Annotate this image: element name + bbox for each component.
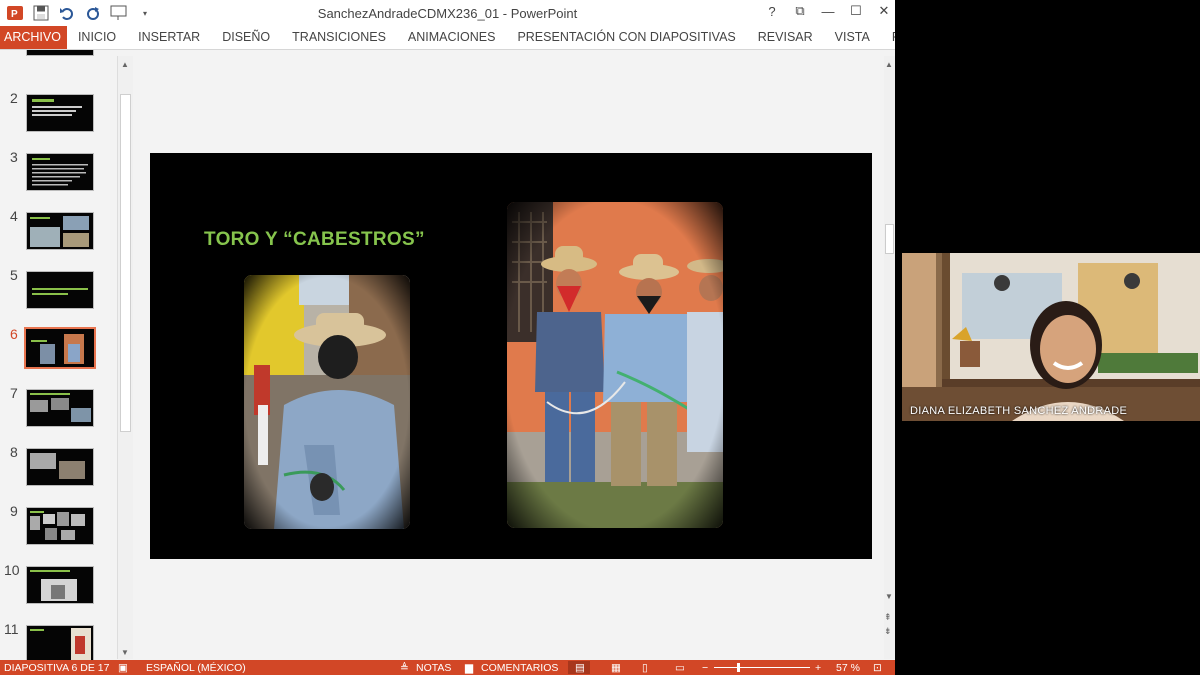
slide-sorter-icon[interactable]: ▦: [611, 662, 621, 674]
thumbnail-image: [26, 153, 94, 191]
status-bar: DIAPOSITIVA 6 DE 17 ▣ ESPAÑOL (MÉXICO) ≜…: [0, 660, 895, 675]
thumbnail-1[interactable]: [0, 50, 118, 64]
tab-animaciones[interactable]: ANIMACIONES: [397, 26, 507, 49]
thumbnail-number: 6: [10, 326, 18, 342]
scroll-down-icon[interactable]: ▼: [885, 592, 893, 601]
tab-foxit-reader[interactable]: FOXIT READER: [881, 26, 895, 49]
reading-view-icon[interactable]: ▯: [642, 662, 648, 674]
screen: P ▾ SanchezAndradeCDMX236_01 - PowerPoin…: [0, 0, 1200, 675]
scrollbar-thumb[interactable]: [885, 224, 894, 254]
cabestros-group-photo[interactable]: [507, 202, 723, 528]
thumbnail-6[interactable]: 6: [0, 326, 118, 376]
zoom-in-icon[interactable]: +: [815, 662, 821, 674]
thumbnail-image: [24, 327, 96, 369]
tab-inicio[interactable]: INICIO: [67, 26, 127, 49]
thumbnail-number: 7: [10, 385, 18, 401]
current-slide[interactable]: TORO Y “CABESTROS”: [150, 153, 872, 559]
thumbnail-5[interactable]: 5: [0, 267, 118, 317]
tab-transiciones[interactable]: TRANSICIONES: [281, 26, 397, 49]
window-title: SanchezAndradeCDMX236_01 - PowerPoint: [317, 6, 578, 21]
notes-button[interactable]: NOTAS: [416, 662, 451, 674]
slide-editing-area: TORO Y “CABESTROS”: [134, 50, 884, 660]
thumbnail-number: 10: [4, 562, 20, 578]
powerpoint-window: P ▾ SanchezAndradeCDMX236_01 - PowerPoin…: [0, 0, 895, 675]
tab-diseno[interactable]: DISEÑO: [211, 26, 281, 49]
slide-title[interactable]: TORO Y “CABESTROS”: [204, 229, 425, 251]
tab-vista[interactable]: VISTA: [824, 26, 881, 49]
thumbnail-image: [26, 507, 94, 545]
ribbon-display-options-icon[interactable]: ⧉: [793, 3, 807, 19]
thumbnail-image: [26, 625, 94, 660]
zoom-slider-thumb[interactable]: [737, 663, 740, 672]
normal-view-icon[interactable]: ▤: [575, 662, 585, 674]
thumbnail-7[interactable]: 7: [0, 385, 118, 435]
scrollbar-thumb[interactable]: [120, 94, 131, 432]
thumbnail-number: 4: [10, 208, 18, 224]
scroll-down-icon[interactable]: ▼: [121, 648, 129, 657]
tab-archivo[interactable]: ARCHIVO: [0, 26, 67, 49]
title-bar: P ▾ SanchezAndradeCDMX236_01 - PowerPoin…: [0, 0, 895, 26]
window-controls: ? ⧉ — ☐ ✕: [765, 3, 891, 19]
zoom-slider-track[interactable]: [714, 667, 810, 668]
help-icon[interactable]: ?: [765, 4, 779, 19]
thumbnail-image: [26, 389, 94, 427]
language-indicator[interactable]: ESPAÑOL (MÉXICO): [146, 662, 246, 674]
thumbnail-4[interactable]: 4: [0, 208, 118, 258]
thumbnail-number: 5: [10, 267, 18, 283]
zoom-level[interactable]: 57 %: [836, 662, 860, 674]
thumbnail-image: [26, 50, 94, 56]
tab-presentacion[interactable]: PRESENTACIÓN CON DIAPOSITIVAS: [506, 26, 746, 49]
zoom-out-icon[interactable]: −: [702, 662, 708, 674]
participant-name: DIANA ELIZABETH SANCHEZ ANDRADE: [910, 405, 1128, 417]
slide-scrollbar[interactable]: ▲ ▼ ⇞ ⇟: [884, 56, 895, 659]
notes-icon[interactable]: ≜: [400, 662, 409, 674]
slideshow-view-icon[interactable]: ▭: [675, 662, 685, 674]
next-slide-icon[interactable]: ⇟: [884, 626, 892, 637]
ribbon-tabs: ARCHIVO INICIO INSERTAR DISEÑO TRANSICIO…: [0, 26, 895, 50]
scroll-up-icon[interactable]: ▲: [885, 60, 893, 69]
comments-icon[interactable]: ▆: [465, 662, 473, 674]
tab-revisar[interactable]: REVISAR: [747, 26, 824, 49]
thumbnail-11[interactable]: 11: [0, 621, 118, 660]
thumbnail-number: 8: [10, 444, 18, 460]
thumbnail-image: [26, 212, 94, 250]
thumbnail-image: [26, 448, 94, 486]
thumbnail-3[interactable]: 3: [0, 149, 118, 199]
slide-counter: DIAPOSITIVA 6 DE 17: [4, 662, 110, 674]
comments-button[interactable]: COMENTARIOS: [481, 662, 558, 674]
bull-handler-photo[interactable]: [244, 275, 410, 529]
thumbnail-image: [26, 271, 94, 309]
slide-thumbnails-pane: 2 3 4 5 6 7 8 9 10 11: [0, 50, 133, 660]
thumbnail-image: [26, 94, 94, 132]
webcam-video: DIANA ELIZABETH SANCHEZ ANDRADE: [902, 253, 1200, 421]
thumbnail-8[interactable]: 8: [0, 444, 118, 494]
minimize-icon[interactable]: —: [821, 4, 835, 19]
scroll-up-icon[interactable]: ▲: [121, 60, 129, 69]
close-icon[interactable]: ✕: [877, 3, 891, 19]
thumbnail-10[interactable]: 10: [0, 562, 118, 612]
spelling-check-icon[interactable]: ▣: [118, 662, 128, 674]
thumbnail-number: 3: [10, 149, 18, 165]
thumbnail-9[interactable]: 9: [0, 503, 118, 553]
thumbnails-scrollbar[interactable]: ▲ ▼: [117, 56, 133, 659]
fit-to-window-icon[interactable]: ⊡: [873, 662, 882, 674]
thumbnail-number: 2: [10, 90, 18, 106]
maximize-icon[interactable]: ☐: [849, 3, 863, 19]
previous-slide-icon[interactable]: ⇞: [884, 612, 892, 623]
thumbnail-number: 9: [10, 503, 18, 519]
thumbnail-2[interactable]: 2: [0, 90, 118, 140]
thumbnail-number: 11: [4, 621, 19, 637]
tab-insertar[interactable]: INSERTAR: [127, 26, 211, 49]
thumbnail-image: [26, 566, 94, 604]
